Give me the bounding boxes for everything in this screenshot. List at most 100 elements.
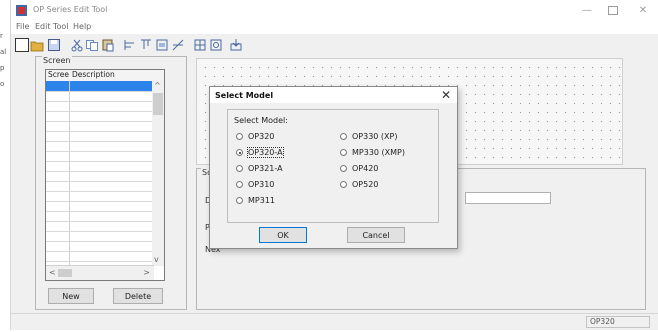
table-row[interactable] (46, 191, 154, 192)
table-row[interactable] (46, 101, 154, 102)
scissors-icon (71, 39, 83, 52)
table-row[interactable] (46, 231, 154, 232)
radio-op420[interactable]: OP420 (340, 164, 378, 173)
open-folder-button[interactable] (30, 38, 44, 52)
option-label: OP520 (352, 180, 379, 189)
align-icon (124, 40, 134, 50)
table-row[interactable] (46, 251, 154, 252)
table-row[interactable] (46, 141, 154, 142)
screen-list-group: Screen Scree Description ^ v < > New Del… (35, 56, 187, 310)
table-row[interactable] (46, 121, 154, 122)
table-row[interactable] (46, 131, 154, 132)
menu-file[interactable]: File (16, 22, 29, 31)
table-row[interactable] (46, 221, 154, 222)
download-icon (230, 39, 242, 51)
delete-screen-button[interactable]: Delete (113, 288, 163, 304)
scroll-right-icon[interactable]: > (143, 268, 150, 277)
align-left-button[interactable] (123, 38, 137, 52)
align-top-button[interactable] (139, 38, 153, 52)
hscroll-thumb[interactable] (58, 269, 72, 277)
center-icon (172, 39, 184, 51)
minimize-icon: — (582, 4, 592, 16)
vertical-scrollbar[interactable]: ^ v (152, 81, 164, 266)
table-row[interactable] (46, 151, 154, 152)
new-file-button[interactable] (15, 38, 29, 52)
radio-button-icon (340, 181, 347, 188)
grid-icon (194, 39, 206, 51)
title-bar: OP Series Edit Tool — ✕ (11, 0, 658, 20)
scroll-left-icon[interactable]: < (49, 268, 56, 277)
column-header-screen[interactable]: Scree (48, 70, 69, 79)
status-model: OP320 (586, 316, 650, 328)
screen-group-legend: Screen (42, 56, 72, 65)
select-model-dialog: Select Model ✕ Select Model: OP320 OP320… (209, 86, 458, 249)
table-row[interactable] (46, 161, 154, 162)
cancel-button[interactable]: Cancel (347, 227, 405, 243)
radio-button-icon (340, 165, 347, 172)
radio-op321-a[interactable]: OP321-A (236, 164, 283, 173)
screen-listbox[interactable]: Scree Description ^ v < > (45, 69, 165, 281)
scroll-up-icon[interactable]: ^ (154, 81, 161, 90)
app-icon (16, 5, 27, 16)
radio-button-icon (340, 133, 347, 140)
radio-op520[interactable]: OP520 (340, 180, 378, 189)
folder-icon (30, 41, 44, 52)
cut-button[interactable] (70, 38, 84, 52)
horizontal-scrollbar[interactable]: < > (46, 265, 154, 280)
option-label: OP321-A (248, 164, 283, 173)
table-row[interactable] (46, 171, 154, 172)
zoom-button[interactable] (209, 38, 223, 52)
paste-button[interactable] (101, 38, 115, 52)
radio-op310[interactable]: OP310 (236, 180, 274, 189)
center-button[interactable] (171, 38, 185, 52)
column-header-description[interactable]: Description (72, 70, 115, 79)
menu-bar: File Edit Tool Help (11, 20, 658, 34)
table-row[interactable] (46, 91, 154, 92)
selected-row[interactable] (46, 81, 154, 91)
grid-button[interactable] (193, 38, 207, 52)
radio-op330-xp[interactable]: OP330 (XP) (340, 132, 397, 141)
scroll-down-icon[interactable]: v (154, 255, 159, 264)
minimize-button[interactable]: — (579, 4, 595, 16)
table-row[interactable] (46, 211, 154, 212)
size-icon (156, 39, 168, 51)
option-label: MP311 (248, 196, 275, 205)
radio-button-icon (236, 181, 243, 188)
table-row[interactable] (46, 241, 154, 242)
dialog-title-bar: Select Model ✕ (210, 87, 457, 103)
new-screen-button[interactable]: New (48, 288, 94, 304)
close-button[interactable]: ✕ (635, 4, 651, 16)
menu-edit[interactable]: Edit (35, 22, 51, 31)
maximize-button[interactable] (605, 4, 621, 16)
window-title: OP Series Edit Tool (33, 5, 108, 14)
description-field[interactable] (465, 192, 551, 204)
table-row[interactable] (46, 111, 154, 112)
maximize-icon (608, 5, 618, 15)
zoom-icon (210, 39, 222, 51)
option-label: OP310 (248, 180, 275, 189)
table-row[interactable] (46, 261, 154, 262)
download-button[interactable] (229, 38, 243, 52)
toolbar (11, 35, 658, 55)
copy-button[interactable] (85, 38, 99, 52)
dialog-close-icon[interactable]: ✕ (441, 88, 451, 102)
ok-button[interactable]: OK (259, 227, 307, 243)
menu-help[interactable]: Help (73, 22, 91, 31)
table-row[interactable] (46, 181, 154, 182)
table-row[interactable] (46, 201, 154, 202)
save-button[interactable] (47, 38, 61, 52)
scroll-thumb[interactable] (153, 93, 163, 115)
radio-button-icon (236, 165, 243, 172)
radio-mp330-xmp[interactable]: MP330 (XMP) (340, 148, 405, 157)
save-icon (48, 39, 60, 51)
close-icon: ✕ (638, 4, 648, 16)
option-label: MP330 (XMP) (352, 148, 405, 157)
radio-op320-a[interactable]: OP320-A (236, 147, 284, 158)
same-size-button[interactable] (155, 38, 169, 52)
option-label: OP330 (XP) (352, 132, 398, 141)
list-rows (46, 81, 154, 266)
menu-tool[interactable]: Tool (53, 22, 69, 31)
radio-mp311[interactable]: MP311 (236, 196, 275, 205)
option-label: OP320-A (247, 147, 284, 158)
radio-op320[interactable]: OP320 (236, 132, 274, 141)
